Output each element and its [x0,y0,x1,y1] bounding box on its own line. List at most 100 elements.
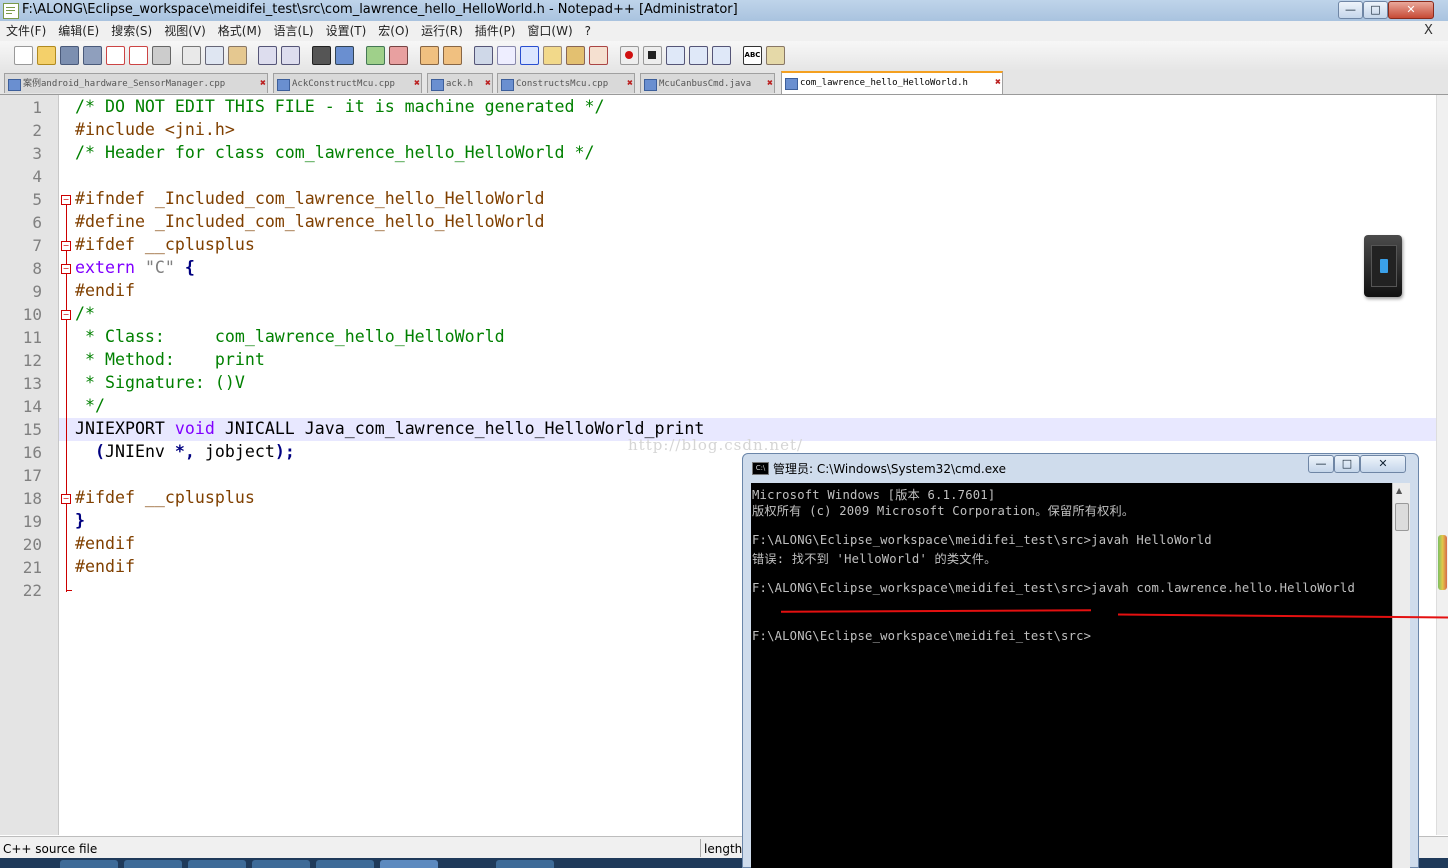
close-all-icon[interactable] [129,46,148,65]
tab-ack-construct-mcu[interactable]: AckConstructMcu.cpp ✖ [273,73,422,93]
open-file-icon[interactable] [37,46,56,65]
phone-battery-widget-icon[interactable] [1364,235,1402,297]
close-file-icon[interactable] [106,46,125,65]
code-line-6[interactable]: #define _Included_com_lawrence_hello_Hel… [75,212,545,231]
code-line-15[interactable]: JNIEXPORT void JNICALL Java_com_lawrence… [75,419,704,438]
menu-language[interactable]: 语言(L) [268,21,320,41]
menu-help[interactable]: ? [579,21,597,41]
undo-icon[interactable] [258,46,277,65]
cmd-maximize-button[interactable]: □ [1334,455,1360,473]
code-line-21[interactable]: #endif [75,557,135,576]
code-line-5[interactable]: #ifndef _Included_com_lawrence_hello_Hel… [75,189,545,208]
fold-toggle-icon[interactable]: − [61,264,71,274]
save-all-icon[interactable] [83,46,102,65]
fold-toggle-icon[interactable]: − [61,195,71,205]
sync-vertical-icon[interactable] [420,46,439,65]
tab-ack-h[interactable]: ack.h ✖ [427,73,493,93]
minimize-button[interactable]: — [1338,1,1363,19]
code-line-3[interactable]: /* Header for class com_lawrence_hello_H… [75,143,595,162]
code-line-11[interactable]: * Class: com_lawrence_hello_HelloWorld [75,327,505,346]
menu-plugins[interactable]: 插件(P) [469,21,522,41]
fold-toggle-icon[interactable]: − [61,310,71,320]
show-all-chars-icon[interactable] [497,46,516,65]
cmd-scroll-thumb[interactable] [1395,503,1409,531]
menu-format[interactable]: 格式(M) [212,21,268,41]
cut-icon[interactable] [182,46,201,65]
play-macro-icon[interactable] [666,46,685,65]
menu-run[interactable]: 运行(R) [415,21,469,41]
code-line-13[interactable]: * Signature: ()V [75,373,245,392]
copy-icon[interactable] [205,46,224,65]
code-line-8[interactable]: extern "C" { [75,258,195,277]
indent-guide-icon[interactable] [520,46,539,65]
redo-icon[interactable] [281,46,300,65]
menu-file[interactable]: 文件(F) [0,21,52,41]
code-line-20[interactable]: #endif [75,534,135,553]
code-line-1[interactable]: /* DO NOT EDIT THIS FILE - it is machine… [75,97,605,116]
close-button[interactable]: ✕ [1388,1,1434,19]
code-line-10[interactable]: /* [75,304,95,323]
code-line-2[interactable]: #include <jni.h> [75,120,235,139]
tab-close-icon[interactable]: ✖ [995,73,1001,93]
code-line-9[interactable]: #endif [75,281,135,300]
code-line-12[interactable]: * Method: print [75,350,265,369]
zoom-out-icon[interactable] [389,46,408,65]
doc-map-icon[interactable] [566,46,585,65]
tab-close-icon[interactable]: ✖ [260,74,266,93]
taskbar-button[interactable] [124,860,182,868]
editor-vertical-scrollbar[interactable] [1436,95,1448,835]
code-line-7[interactable]: #ifdef __cplusplus [75,235,255,254]
menu-settings[interactable]: 设置(T) [320,21,373,41]
menu-macro[interactable]: 宏(O) [372,21,415,41]
new-file-icon[interactable] [14,46,33,65]
stop-macro-icon[interactable] [643,46,662,65]
scrollbar-thumb[interactable] [1438,535,1447,590]
taskbar-button[interactable] [316,860,374,868]
menu-edit[interactable]: 编辑(E) [52,21,105,41]
zoom-in-icon[interactable] [366,46,385,65]
fold-toggle-icon[interactable]: − [61,494,71,504]
cmd-minimize-button[interactable]: — [1308,455,1334,473]
code-line-16[interactable]: (JNIEnv *, jobject); [75,442,295,461]
tab-constructs-mcu[interactable]: ConstructsMcu.cpp ✖ [497,73,635,93]
find-icon[interactable] [312,46,331,65]
tab-helloworld-h[interactable]: com_lawrence_hello_HelloWorld.h ✖ [781,71,1003,94]
taskbar-button[interactable] [60,860,118,868]
tab-close-icon[interactable]: ✖ [485,74,491,93]
tab-close-icon[interactable]: ✖ [414,74,420,93]
plugin-icon[interactable] [766,46,785,65]
paste-icon[interactable] [228,46,247,65]
taskbar-button[interactable] [188,860,246,868]
code-line-19[interactable]: } [75,511,85,530]
print-icon[interactable] [152,46,171,65]
record-macro-icon[interactable] [620,46,639,65]
cmd-scroll-up-icon[interactable]: ▲ [1396,486,1402,495]
line-number: 5 [32,190,42,209]
replace-icon[interactable] [335,46,354,65]
run-macro-multiple-icon[interactable] [689,46,708,65]
menu-window[interactable]: 窗口(W) [521,21,578,41]
word-wrap-icon[interactable] [474,46,493,65]
taskbar-button[interactable] [252,860,310,868]
function-list-icon[interactable] [589,46,608,65]
menu-view[interactable]: 视图(V) [158,21,212,41]
udl-icon[interactable] [543,46,562,65]
fold-toggle-icon[interactable]: − [61,241,71,251]
code-line-14[interactable]: */ [75,396,105,415]
tab-mcu-canbus-cmd[interactable]: McuCanbusCmd.java ✖ [640,73,775,93]
tab-close-icon[interactable]: ✖ [627,74,633,93]
cmd-vertical-scrollbar[interactable]: ▲ [1392,483,1410,868]
save-icon[interactable] [60,46,79,65]
save-macro-icon[interactable] [712,46,731,65]
maximize-button[interactable]: □ [1363,1,1388,19]
sync-horizontal-icon[interactable] [443,46,462,65]
tab-close-icon[interactable]: ✖ [767,74,773,93]
taskbar-button[interactable] [496,860,554,868]
code-line-18[interactable]: #ifdef __cplusplus [75,488,255,507]
menu-search[interactable]: 搜索(S) [105,21,158,41]
cmd-close-button[interactable]: ✕ [1360,455,1406,473]
tab-sensor-manager[interactable]: 案例android_hardware_SensorManager.cpp ✖ [4,73,268,93]
close-document-x[interactable]: X [1424,23,1433,38]
taskbar-button[interactable] [380,860,438,868]
spell-check-icon[interactable]: ABC [743,46,762,65]
